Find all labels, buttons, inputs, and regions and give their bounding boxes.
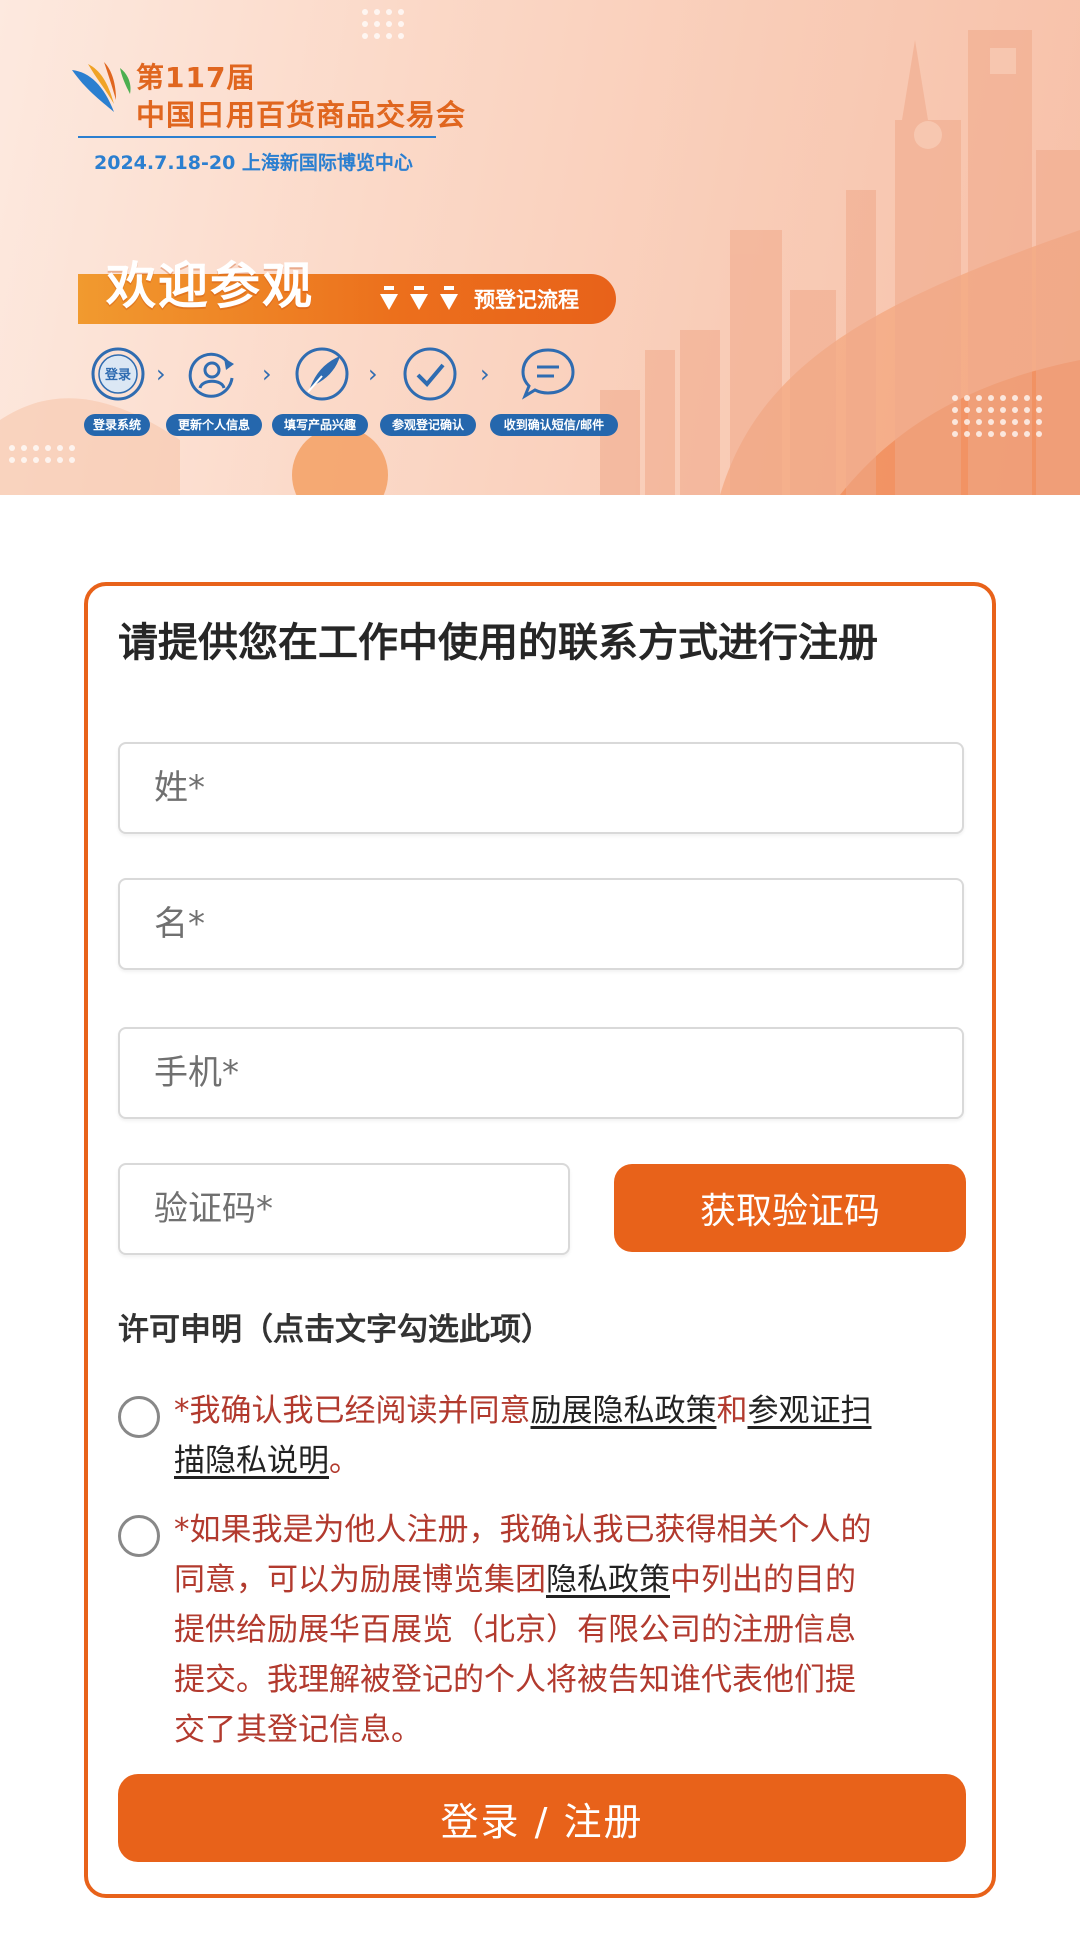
verification-code-input[interactable] [118,1163,570,1255]
login-icon: 登录 [91,347,145,401]
registration-steps: 登录 › › › › 登录系统 更新个人信息 填写产品兴趣 参观登记确认 收到确… [84,346,624,436]
down-arrows-icon [380,286,458,310]
third-party-consent-text[interactable]: *如果我是为他人注册，我确认我已获得相关个人的同意，可以为励展博览集团隐私政策中… [174,1505,874,1755]
chevron-right-icon: › [368,360,378,388]
event-banner: 第117届 中国日用百货商品交易会 2024.7.18-20 上海新国际博览中心… [0,0,1080,495]
feather-pen-icon [295,347,349,401]
chevron-right-icon: › [156,360,166,388]
process-label: 预登记流程 [474,288,579,312]
fair-logo-icon [72,62,131,112]
check-circle-icon [403,347,457,401]
third-party-consent-radio[interactable] [118,1515,160,1557]
first-name-input[interactable] [118,878,964,970]
privacy-consent-text[interactable]: *我确认我已经阅读并同意励展隐私政策和参观证扫描隐私说明。 [174,1386,874,1486]
step-label-update-info: 更新个人信息 [166,414,262,436]
chevron-right-icon: › [262,360,272,388]
last-name-input[interactable] [118,742,964,834]
chevron-right-icon: › [480,360,490,388]
privacy-consent-option[interactable]: *我确认我已经阅读并同意励展隐私政策和参观证扫描隐私说明。 [118,1386,888,1496]
event-edition: 第117届 [136,61,256,94]
user-refresh-icon [188,352,234,398]
third-party-consent-option[interactable]: *如果我是为他人注册，我确认我已获得相关个人的同意，可以为励展博览集团隐私政策中… [118,1505,888,1755]
step-label-receive-confirmation: 收到确认短信/邮件 [490,414,618,436]
license-statement-title: 许可申明（点击文字勾选此项） [118,1312,552,1348]
registration-form-card: 请提供您在工作中使用的联系方式进行注册 获取验证码 许可申明（点击文字勾选此项）… [84,582,996,1898]
get-verification-code-button[interactable]: 获取验证码 [614,1164,966,1252]
event-name: 中国日用百货商品交易会 [136,98,467,132]
welcome-heading: 欢迎参观 [106,257,314,315]
event-date-venue: 2024.7.18-20 上海新国际博览中心 [94,152,413,174]
chat-bubble-icon [521,348,575,400]
privacy-consent-radio[interactable] [118,1396,160,1438]
phone-input[interactable] [118,1027,964,1119]
group-privacy-policy-link[interactable]: 隐私政策 [546,1562,670,1598]
step-label-login: 登录系统 [84,414,150,436]
login-register-button[interactable]: 登录 / 注册 [118,1774,966,1862]
step-label-product-interest: 填写产品兴趣 [272,414,368,436]
header-divider [78,136,436,138]
reed-privacy-policy-link[interactable]: 励展隐私政策 [531,1393,717,1429]
svg-text:登录: 登录 [104,367,131,383]
form-title: 请提供您在工作中使用的联系方式进行注册 [118,620,878,666]
step-label-confirm: 参观登记确认 [380,414,476,436]
